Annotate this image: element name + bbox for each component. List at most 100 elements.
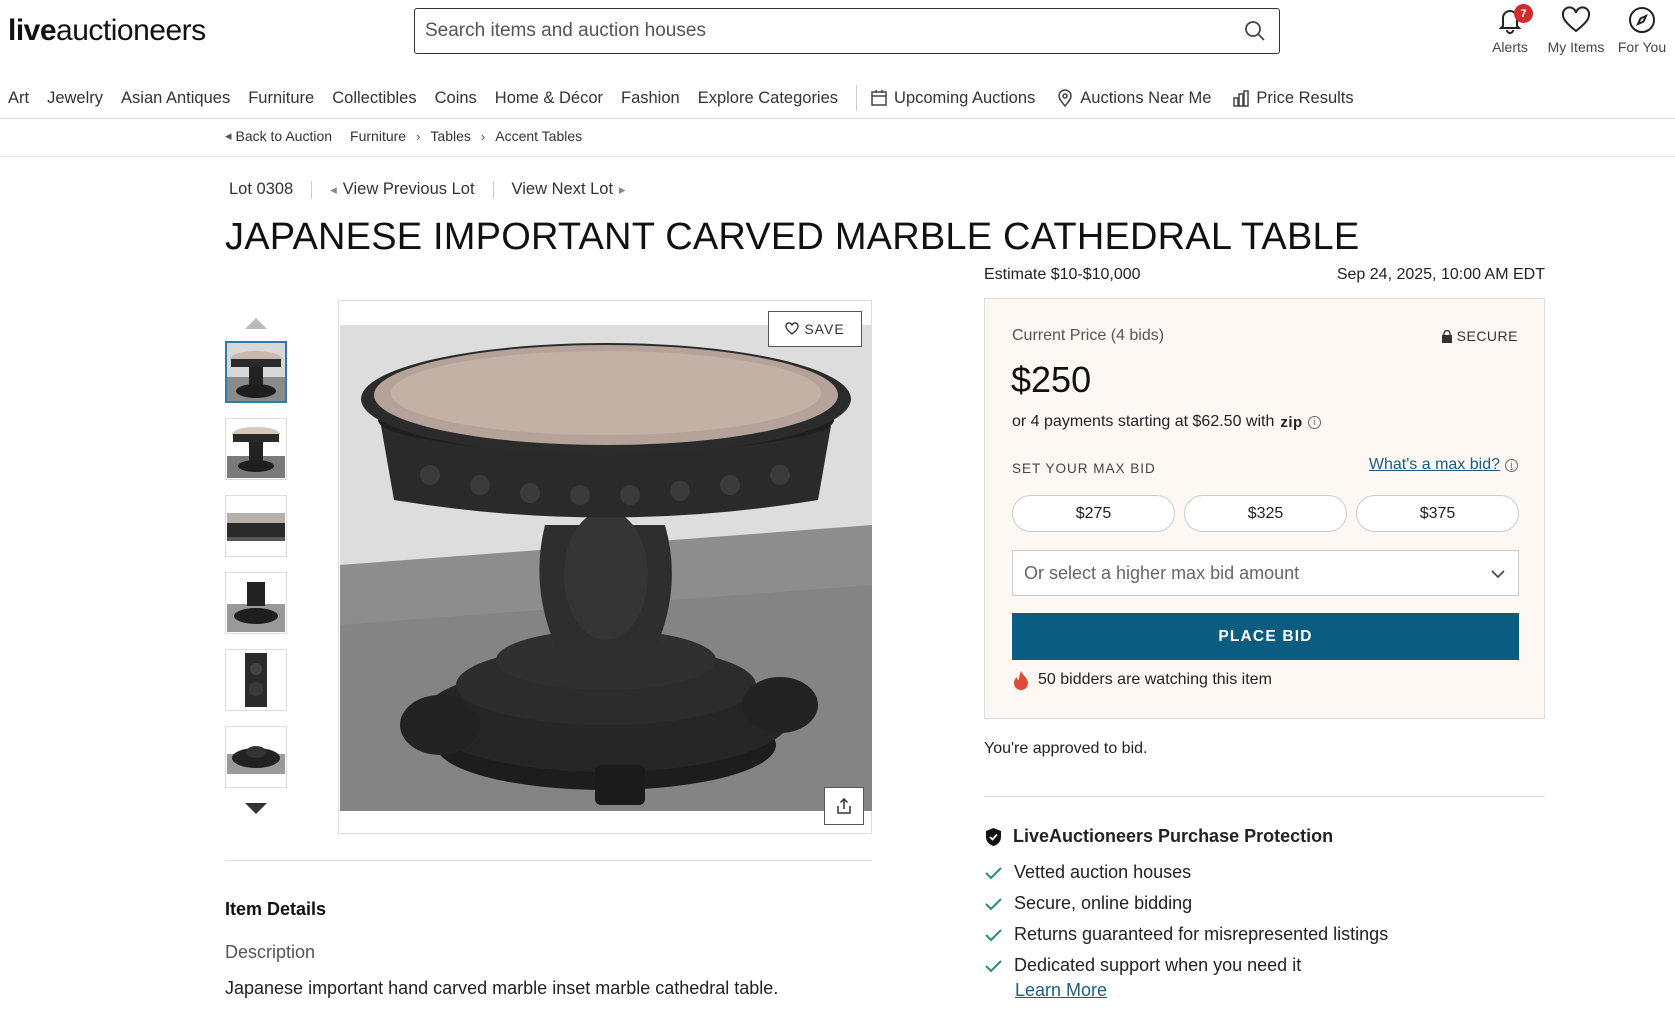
bid-option-button[interactable]: $375 <box>1356 495 1519 532</box>
zip-logo: zip <box>1280 413 1303 431</box>
main-image-container: SAVE <box>338 300 872 834</box>
watchers-text: 50 bidders are watching this item <box>1038 671 1272 688</box>
caret-left-icon: ◂ <box>330 181 337 197</box>
lot-nav: Lot 0308 ◂ View Previous Lot View Next L… <box>229 180 626 199</box>
share-icon <box>837 797 851 814</box>
nav-category-home-decor[interactable]: Home & Décor <box>495 89 603 108</box>
nav-divider <box>856 85 858 111</box>
table-photo[interactable] <box>340 325 872 811</box>
alerts-label: Alerts <box>1492 39 1528 55</box>
checkmark-icon <box>985 866 1002 879</box>
thumbnail-scroll-down-icon[interactable] <box>245 803 267 814</box>
share-button[interactable] <box>824 787 864 825</box>
nav-category-collectibles[interactable]: Collectibles <box>332 89 416 108</box>
thumbnail[interactable] <box>225 495 287 557</box>
compass-icon <box>1629 7 1655 33</box>
whats-a-max-bid-link[interactable]: What's a max bid? i <box>1369 456 1518 474</box>
lot-nav-divider <box>311 180 313 199</box>
purchase-protection-title: LiveAuctioneers Purchase Protection <box>984 826 1333 847</box>
checkmark-icon <box>985 897 1002 910</box>
nav-category-fashion[interactable]: Fashion <box>621 89 680 108</box>
nav-category-art[interactable]: Art <box>8 89 29 108</box>
location-pin-icon <box>1058 89 1073 108</box>
table-thumbnail-image <box>227 420 285 478</box>
installment-payments: or 4 payments starting at $62.50 with zi… <box>1012 413 1321 431</box>
bid-option-button[interactable]: $275 <box>1012 495 1175 532</box>
protection-item: Vetted auction houses <box>984 857 1388 888</box>
nav-divider-line <box>0 118 1675 119</box>
category-nav: Art Jewelry Asian Antiques Furniture Col… <box>0 78 1675 118</box>
table-thumbnail-image <box>227 651 285 709</box>
protection-item: Dedicated support when you need it <box>984 950 1388 981</box>
my-items-label: My Items <box>1547 39 1605 55</box>
auction-date: Sep 24, 2025, 10:00 AM EDT <box>1336 266 1545 283</box>
nav-category-asian-antiques[interactable]: Asian Antiques <box>121 89 230 108</box>
learn-more-link[interactable]: Learn More <box>1015 980 1107 1001</box>
view-previous-lot-link[interactable]: View Previous Lot <box>343 180 475 199</box>
thumbnail[interactable] <box>225 649 287 711</box>
description-label: Description <box>225 942 316 962</box>
set-max-bid-label: SET YOUR MAX BID <box>1012 461 1156 476</box>
thumbnail[interactable] <box>225 572 287 634</box>
alerts-button[interactable]: 7 Alerts <box>1477 4 1543 55</box>
installment-text: or 4 payments starting at $62.50 with <box>1012 413 1275 430</box>
search-input[interactable] <box>415 11 1215 51</box>
for-you-button[interactable]: For You <box>1609 4 1675 55</box>
calendar-icon <box>871 90 887 106</box>
nav-auctions-near-me[interactable]: Auctions Near Me <box>1055 88 1211 108</box>
approved-status: You're approved to bid. <box>984 740 1148 757</box>
chevron-right-icon: › <box>416 128 421 144</box>
breadcrumb-divider <box>0 156 1675 157</box>
site-header: liveauctioneers 7 Alerts My Items For Yo… <box>0 0 1675 62</box>
breadcrumb-item-furniture[interactable]: Furniture <box>350 128 406 144</box>
watchers-notice: 50 bidders are watching this item <box>1012 670 1272 690</box>
max-bid-select[interactable]: Or select a higher max bid amount <box>1012 550 1519 596</box>
whats-max-bid-text: What's a max bid? <box>1368 456 1500 473</box>
table-thumbnail-image <box>227 574 285 632</box>
shield-check-icon <box>986 827 1001 846</box>
lot-title: JAPANESE IMPORTANT CARVED MARBLE CATHEDR… <box>225 216 1360 258</box>
site-logo[interactable]: liveauctioneers <box>8 14 206 48</box>
nav-upcoming-auctions[interactable]: Upcoming Auctions <box>869 88 1035 108</box>
search-icon[interactable] <box>1243 19 1267 43</box>
secure-badge: SECURE <box>1441 328 1518 344</box>
place-bid-button[interactable]: PLACE BID <box>1012 613 1519 660</box>
thumbnail[interactable] <box>225 341 287 403</box>
nav-category-furniture[interactable]: Furniture <box>248 89 314 108</box>
breadcrumb-back-to-auction[interactable]: Back to Auction <box>236 128 333 144</box>
nav-explore-categories[interactable]: Explore Categories <box>698 89 838 108</box>
my-items-button[interactable]: My Items <box>1543 4 1609 55</box>
breadcrumb-item-tables[interactable]: Tables <box>430 128 470 144</box>
breadcrumb-item-accent-tables[interactable]: Accent Tables <box>495 128 582 144</box>
protection-title-text: LiveAuctioneers Purchase Protection <box>1013 826 1334 846</box>
heart-icon <box>785 322 800 335</box>
nav-near-me-label: Auctions Near Me <box>1080 88 1212 107</box>
nav-category-coins[interactable]: Coins <box>435 89 477 108</box>
description-text: Japanese important hand carved marble in… <box>225 978 779 998</box>
flame-icon <box>1014 671 1028 690</box>
thumbnail[interactable] <box>225 418 287 480</box>
thumbnail[interactable] <box>225 726 287 788</box>
thumbnail-strip <box>225 318 287 814</box>
item-details-heading: Item Details <box>225 899 327 919</box>
nav-price-results[interactable]: Price Results <box>1231 88 1354 108</box>
protection-list: Vetted auction houses Secure, online bid… <box>984 857 1388 981</box>
save-label: SAVE <box>804 321 845 337</box>
estimate: Estimate $10-$10,000 <box>984 266 1141 283</box>
save-button[interactable]: SAVE <box>768 311 862 347</box>
current-price: $250 <box>1011 359 1092 400</box>
bid-option-button[interactable]: $325 <box>1184 495 1347 532</box>
protection-item: Returns guaranteed for misrepresented li… <box>984 919 1388 950</box>
lot-nav-divider <box>492 180 494 199</box>
table-thumbnail-image <box>227 497 285 555</box>
bar-chart-icon <box>1233 90 1250 107</box>
info-icon[interactable]: i <box>1307 415 1321 429</box>
thumbnail-scroll-up-icon[interactable] <box>245 318 267 329</box>
alerts-count-badge: 7 <box>1514 4 1533 23</box>
current-price-label: Current Price (4 bids) <box>1012 327 1165 344</box>
bid-options: $275 $325 $375 <box>1012 495 1519 532</box>
nav-category-jewelry[interactable]: Jewelry <box>47 89 103 108</box>
view-next-lot-link[interactable]: View Next Lot <box>512 180 614 199</box>
checkmark-icon <box>985 928 1002 941</box>
caret-right-icon: ▸ <box>619 181 626 197</box>
